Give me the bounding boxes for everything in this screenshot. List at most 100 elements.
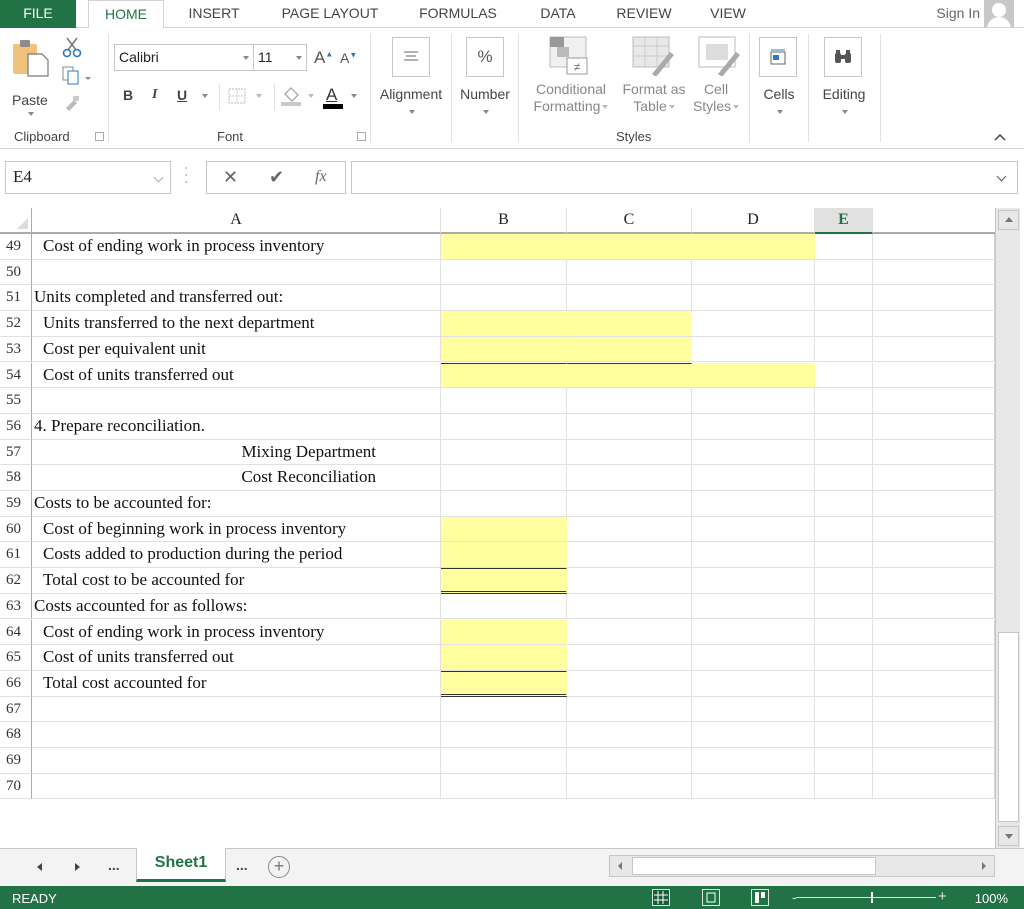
add-sheet-plus-icon[interactable]: + xyxy=(268,856,290,878)
cell-c-66[interactable] xyxy=(567,670,692,697)
row-header[interactable]: 52 xyxy=(0,311,32,337)
tab-page-layout[interactable]: PAGE LAYOUT xyxy=(268,0,392,28)
column-header-e[interactable]: E xyxy=(815,208,873,234)
cell-e-50[interactable] xyxy=(815,259,873,286)
cell-f-67[interactable] xyxy=(873,696,995,723)
row-header[interactable]: 58 xyxy=(0,465,32,491)
cell-d-63[interactable] xyxy=(692,593,815,620)
cell-a-64[interactable]: Cost of ending work in process inventory xyxy=(32,619,441,646)
row-header[interactable]: 65 xyxy=(0,645,32,671)
cell-a-57[interactable]: Mixing Department xyxy=(32,439,441,466)
cell-e-67[interactable] xyxy=(815,696,873,723)
page-break-preview-icon[interactable] xyxy=(751,889,769,906)
worksheet-grid[interactable]: A B C D E 49 Cost of ending work in proce… xyxy=(0,208,995,848)
cell-e-69[interactable] xyxy=(815,748,873,774)
cell-e-63[interactable] xyxy=(815,593,873,620)
cell-e-58[interactable] xyxy=(815,465,873,491)
cell-e-66[interactable] xyxy=(815,670,873,697)
cell-f-49[interactable] xyxy=(873,234,995,260)
cell-a-68[interactable] xyxy=(32,722,441,748)
increase-font-size-button[interactable]: A▲ xyxy=(314,48,333,68)
scroll-down-arrow-icon[interactable] xyxy=(998,826,1019,846)
zoom-in-button[interactable]: + xyxy=(938,888,947,905)
fill-color-icon[interactable] xyxy=(280,85,302,107)
row-header[interactable]: 55 xyxy=(0,388,32,414)
borders-dropdown-icon[interactable] xyxy=(256,94,262,98)
cell-c-67[interactable] xyxy=(567,696,692,723)
cell-e-52[interactable] xyxy=(815,311,873,337)
format-as-table-button[interactable]: Format as Table xyxy=(618,81,690,115)
format-painter-icon[interactable] xyxy=(62,94,82,112)
tab-review[interactable]: REVIEW xyxy=(608,0,680,28)
font-color-dropdown-icon[interactable] xyxy=(351,94,357,98)
alignment-button[interactable]: Alignment xyxy=(375,86,447,120)
cell-d-62[interactable] xyxy=(692,568,815,594)
cell-b-54[interactable] xyxy=(441,362,567,389)
cell-c-62[interactable] xyxy=(567,568,692,594)
cell-d-60[interactable] xyxy=(692,516,815,543)
cell-f-50[interactable] xyxy=(873,259,995,286)
formula-bar-splitter[interactable]: · · · xyxy=(184,162,188,190)
cell-a-49[interactable]: Cost of ending work in process inventory xyxy=(32,234,441,260)
cell-b-61[interactable] xyxy=(441,542,567,569)
alignment-icon[interactable] xyxy=(392,37,430,77)
cell-a-54[interactable]: Cost of units transferred out xyxy=(32,362,441,389)
more-sheets-right[interactable]: ... xyxy=(236,857,248,873)
cell-e-59[interactable] xyxy=(815,491,873,517)
cell-a-58[interactable]: Cost Reconciliation xyxy=(32,465,441,491)
column-header-c[interactable]: C xyxy=(567,208,692,234)
row-header[interactable]: 49 xyxy=(0,234,32,260)
copy-icon[interactable] xyxy=(62,66,92,86)
tab-insert[interactable]: INSERT xyxy=(176,0,252,28)
cell-f-53[interactable] xyxy=(873,336,995,363)
zoom-slider[interactable] xyxy=(796,892,936,903)
cell-d-53[interactable] xyxy=(692,336,815,363)
expand-formula-bar-icon[interactable] xyxy=(996,171,1007,182)
cell-e-55[interactable] xyxy=(815,388,873,414)
insert-function-icon[interactable]: fx xyxy=(315,168,327,186)
row-header[interactable]: 50 xyxy=(0,259,32,286)
zoom-slider-knob[interactable] xyxy=(871,892,873,903)
cell-c-52[interactable] xyxy=(567,311,692,337)
font-dialog-launcher-icon[interactable] xyxy=(357,132,366,141)
previous-sheet-arrow-icon[interactable] xyxy=(37,863,42,871)
cell-c-68[interactable] xyxy=(567,722,692,748)
cell-d-70[interactable] xyxy=(692,773,815,800)
cell-a-59[interactable]: Costs to be accounted for: xyxy=(32,491,441,517)
cell-a-53[interactable]: Cost per equivalent unit xyxy=(32,336,441,363)
number-format-icon[interactable]: % xyxy=(466,37,504,77)
cell-d-68[interactable] xyxy=(692,722,815,748)
row-header[interactable]: 66 xyxy=(0,670,32,697)
cell-b-67[interactable] xyxy=(441,696,567,723)
row-header[interactable]: 60 xyxy=(0,516,32,543)
cell-d-64[interactable] xyxy=(692,619,815,646)
more-sheets-left[interactable]: ... xyxy=(108,857,120,873)
column-header-d[interactable]: D xyxy=(692,208,815,234)
horizontal-scroll-thumb[interactable] xyxy=(632,857,876,875)
cell-b-66[interactable] xyxy=(441,670,567,697)
cell-d-59[interactable] xyxy=(692,491,815,517)
cell-a-62[interactable]: Total cost to be accounted for xyxy=(32,568,441,594)
cell-f-57[interactable] xyxy=(873,439,995,466)
cell-f-65[interactable] xyxy=(873,645,995,671)
cell-b-63[interactable] xyxy=(441,593,567,620)
cell-e-56[interactable] xyxy=(815,413,873,440)
cell-e-60[interactable] xyxy=(815,516,873,543)
cell-d-55[interactable] xyxy=(692,388,815,414)
cell-e-51[interactable] xyxy=(815,285,873,312)
clipboard-dialog-launcher-icon[interactable] xyxy=(95,132,104,141)
cell-a-60[interactable]: Cost of beginning work in process invent… xyxy=(32,516,441,543)
cell-c-59[interactable] xyxy=(567,491,692,517)
bold-button[interactable]: B xyxy=(123,87,133,103)
italic-button[interactable]: I xyxy=(152,87,157,103)
cell-f-59[interactable] xyxy=(873,491,995,517)
column-header-a[interactable]: A xyxy=(32,208,441,234)
cell-f-54[interactable] xyxy=(873,362,995,389)
cell-d-66[interactable] xyxy=(692,670,815,697)
cell-b-57[interactable] xyxy=(441,439,567,466)
collapse-ribbon-icon[interactable] xyxy=(994,133,1006,141)
cell-a-61[interactable]: Costs added to production during the per… xyxy=(32,542,441,569)
cell-c-55[interactable] xyxy=(567,388,692,414)
cell-f-63[interactable] xyxy=(873,593,995,620)
cell-a-65[interactable]: Cost of units transferred out xyxy=(32,645,441,671)
